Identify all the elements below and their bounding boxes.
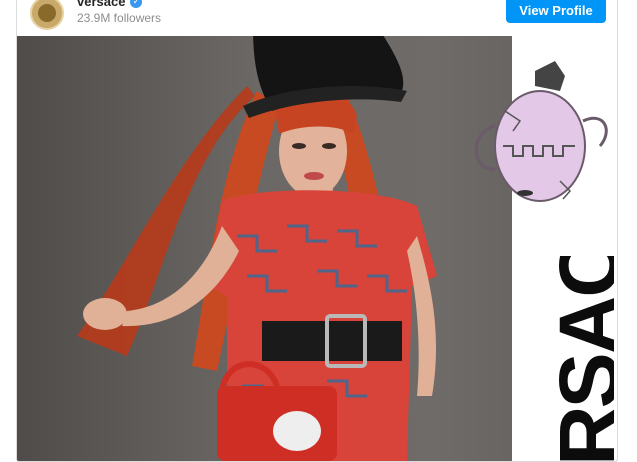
username-row: versace ✓	[77, 0, 143, 9]
brand-wordmark-text: RSACE	[542, 256, 614, 461]
post-image[interactable]: RSACE	[17, 36, 617, 461]
follower-count: 23.9M followers	[77, 11, 162, 25]
medusa-logo-icon	[38, 4, 56, 22]
view-profile-button[interactable]: View Profile	[506, 0, 606, 23]
brand-wordmark: RSACE	[519, 256, 614, 461]
post-header: versace ✓ 23.9M followers View Profile	[17, 0, 617, 35]
verified-badge-icon: ✓	[130, 0, 143, 8]
vase-illustration	[474, 61, 608, 202]
embed-card: versace ✓ 23.9M followers View Profile R…	[16, 0, 618, 462]
profile-username[interactable]: versace	[77, 0, 125, 9]
profile-avatar[interactable]	[30, 0, 64, 30]
